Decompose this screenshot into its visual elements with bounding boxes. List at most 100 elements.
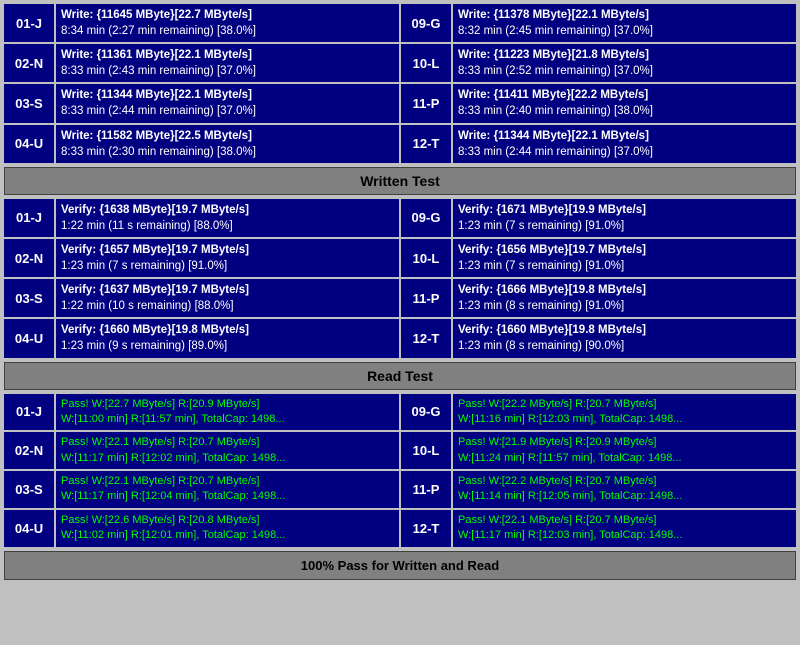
row-content: Verify: {1637 MByte}[19.7 MByte/s]1:22 m… [56, 279, 399, 317]
row-id: 04-U [4, 125, 54, 163]
row-content: Verify: {1657 MByte}[19.7 MByte/s]1:23 m… [56, 239, 399, 277]
row-id: 03-S [4, 84, 54, 122]
table-row: 09-GVerify: {1671 MByte}[19.9 MByte/s]1:… [401, 199, 796, 237]
row-line1: Pass! W:[22.1 MByte/s] R:[20.7 MByte/s] [61, 474, 394, 489]
table-row: 10-LPass! W:[21.9 MByte/s] R:[20.9 MByte… [401, 432, 796, 469]
row-line1: Pass! W:[22.6 MByte/s] R:[20.8 MByte/s] [61, 513, 394, 528]
verify-left: 01-JVerify: {1638 MByte}[19.7 MByte/s]1:… [4, 199, 399, 358]
row-line2: 8:34 min (2:27 min remaining) [38.0%] [61, 23, 394, 39]
row-line2: 8:33 min (2:40 min remaining) [38.0%] [458, 103, 791, 119]
table-row: 01-J Pass! W:[22.7 MByte/s] R:[20.9 MByte… [4, 394, 399, 431]
main-container: 01-J Write: {11645 MByte}[22.7 MByte/s]8:… [0, 0, 800, 584]
row-line1: Write: {11582 MByte}[22.5 MByte/s] [61, 128, 394, 144]
table-row: 01-JWrite: {11645 MByte}[22.7 MByte/s]8:… [4, 4, 399, 42]
row-line2: W:[11:02 min] R:[12:01 min], TotalCap: 1… [61, 528, 394, 543]
table-row: 04-U Pass! W:[22.6 MByte/s] R:[20.8 MByte… [4, 510, 399, 547]
row-line1: Write: {11344 MByte}[22.1 MByte/s] [458, 128, 791, 144]
row-line1: Pass! W:[22.7 MByte/s] R:[20.9 MByte/s] [61, 397, 394, 412]
row-line2: 8:33 min (2:30 min remaining) [38.0%] [61, 144, 394, 160]
row-line1: Write: {11361 MByte}[22.1 MByte/s] [61, 47, 394, 63]
table-row: 10-LWrite: {11223 MByte}[21.8 MByte/s]8:… [401, 44, 796, 82]
row-line1: Verify: {1638 MByte}[19.7 MByte/s] [61, 202, 394, 218]
read-test-divider: Read Test [4, 362, 796, 390]
table-row: 03-SWrite: {11344 MByte}[22.1 MByte/s]8:… [4, 84, 399, 122]
table-row: 11-PVerify: {1666 MByte}[19.8 MByte/s]1:… [401, 279, 796, 317]
row-content: Write: {11411 MByte}[22.2 MByte/s]8:33 m… [453, 84, 796, 122]
table-row: 09-GPass! W:[22.2 MByte/s] R:[20.7 MByte… [401, 394, 796, 431]
row-line1: Write: {11344 MByte}[22.1 MByte/s] [61, 87, 394, 103]
row-content: Verify: {1638 MByte}[19.7 MByte/s]1:22 m… [56, 199, 399, 237]
row-content: Pass! W:[22.1 MByte/s] R:[20.7 MByte/s]W… [453, 510, 796, 547]
row-id: 04-U [4, 510, 54, 547]
row-line2: 8:33 min (2:43 min remaining) [37.0%] [61, 63, 394, 79]
row-line2: 1:23 min (8 s remaining) [91.0%] [458, 298, 791, 314]
row-line1: Verify: {1656 MByte}[19.7 MByte/s] [458, 242, 791, 258]
bottom-label: 100% Pass for Written and Read [301, 558, 499, 573]
row-id: 03-S [4, 471, 54, 508]
row-line1: Verify: {1666 MByte}[19.8 MByte/s] [458, 282, 791, 298]
row-content: Pass! W:[21.9 MByte/s] R:[20.9 MByte/s]W… [453, 432, 796, 469]
verify-panel: 01-JVerify: {1638 MByte}[19.7 MByte/s]1:… [4, 199, 796, 358]
written-test-divider: Written Test [4, 167, 796, 195]
row-line1: Verify: {1637 MByte}[19.7 MByte/s] [61, 282, 394, 298]
row-content: Write: {11645 MByte}[22.7 MByte/s]8:34 m… [56, 4, 399, 42]
row-content: Verify: {1656 MByte}[19.7 MByte/s]1:23 m… [453, 239, 796, 277]
row-id: 09-G [401, 394, 451, 431]
row-line2: 8:33 min (2:52 min remaining) [37.0%] [458, 63, 791, 79]
row-line1: Verify: {1660 MByte}[19.8 MByte/s] [61, 322, 394, 338]
row-line1: Write: {11411 MByte}[22.2 MByte/s] [458, 87, 791, 103]
row-line2: W:[11:17 min] R:[12:02 min], TotalCap: 1… [61, 451, 394, 466]
pass-right: 09-GPass! W:[22.2 MByte/s] R:[20.7 MByte… [401, 394, 796, 547]
pass-left: 01-J Pass! W:[22.7 MByte/s] R:[20.9 MByte… [4, 394, 399, 547]
table-row: 12-TWrite: {11344 MByte}[22.1 MByte/s]8:… [401, 125, 796, 163]
table-row: 02-NVerify: {1657 MByte}[19.7 MByte/s]1:… [4, 239, 399, 277]
row-id: 09-G [401, 199, 451, 237]
row-id: 10-L [401, 239, 451, 277]
row-line2: 1:23 min (7 s remaining) [91.0%] [61, 258, 394, 274]
row-line1: Pass! W:[22.2 MByte/s] R:[20.7 MByte/s] [458, 397, 791, 412]
row-line2: W:[11:14 min] R:[12:05 min], TotalCap: 1… [458, 489, 791, 504]
row-line2: 1:23 min (7 s remaining) [91.0%] [458, 258, 791, 274]
row-content: Verify: {1666 MByte}[19.8 MByte/s]1:23 m… [453, 279, 796, 317]
row-id: 12-T [401, 125, 451, 163]
row-content: Write: {11582 MByte}[22.5 MByte/s]8:33 m… [56, 125, 399, 163]
row-id: 09-G [401, 4, 451, 42]
row-content: Write: {11378 MByte}[22.1 MByte/s]8:32 m… [453, 4, 796, 42]
row-line2: 8:32 min (2:45 min remaining) [37.0%] [458, 23, 791, 39]
table-row: 11-PWrite: {11411 MByte}[22.2 MByte/s]8:… [401, 84, 796, 122]
row-line2: 1:22 min (11 s remaining) [88.0%] [61, 218, 394, 234]
row-content: Pass! W:[22.2 MByte/s] R:[20.7 MByte/s]W… [453, 471, 796, 508]
row-line1: Pass! W:[22.1 MByte/s] R:[20.7 MByte/s] [61, 435, 394, 450]
row-id: 11-P [401, 84, 451, 122]
row-line2: 1:23 min (7 s remaining) [91.0%] [458, 218, 791, 234]
bottom-status: 100% Pass for Written and Read [4, 551, 796, 580]
table-row: 03-SVerify: {1637 MByte}[19.7 MByte/s]1:… [4, 279, 399, 317]
row-id: 02-N [4, 239, 54, 277]
row-line1: Verify: {1660 MByte}[19.8 MByte/s] [458, 322, 791, 338]
table-row: 11-PPass! W:[22.2 MByte/s] R:[20.7 MByte… [401, 471, 796, 508]
row-id: 02-N [4, 432, 54, 469]
pass-section: 01-J Pass! W:[22.7 MByte/s] R:[20.9 MByte… [4, 394, 796, 547]
row-line2: W:[11:16 min] R:[12:03 min], TotalCap: 1… [458, 412, 791, 427]
row-id: 12-T [401, 319, 451, 357]
row-content: Verify: {1671 MByte}[19.9 MByte/s]1:23 m… [453, 199, 796, 237]
row-id: 10-L [401, 44, 451, 82]
table-row: 01-JVerify: {1638 MByte}[19.7 MByte/s]1:… [4, 199, 399, 237]
table-row: 12-TPass! W:[22.1 MByte/s] R:[20.7 MByte… [401, 510, 796, 547]
row-content: Verify: {1660 MByte}[19.8 MByte/s]1:23 m… [453, 319, 796, 357]
row-line1: Pass! W:[22.2 MByte/s] R:[20.7 MByte/s] [458, 474, 791, 489]
table-row: 04-UWrite: {11582 MByte}[22.5 MByte/s]8:… [4, 125, 399, 163]
table-row: 02-NWrite: {11361 MByte}[22.1 MByte/s]8:… [4, 44, 399, 82]
row-id: 04-U [4, 319, 54, 357]
row-id: 01-J [4, 394, 54, 431]
write-left: 01-JWrite: {11645 MByte}[22.7 MByte/s]8:… [4, 4, 399, 163]
read-test-label: Read Test [367, 368, 433, 384]
table-row: 10-LVerify: {1656 MByte}[19.7 MByte/s]1:… [401, 239, 796, 277]
verify-right: 09-GVerify: {1671 MByte}[19.9 MByte/s]1:… [401, 199, 796, 358]
table-row: 04-UVerify: {1660 MByte}[19.8 MByte/s]1:… [4, 319, 399, 357]
row-content: Write: {11344 MByte}[22.1 MByte/s]8:33 m… [453, 125, 796, 163]
row-line2: W:[11:17 min] R:[12:03 min], TotalCap: 1… [458, 528, 791, 543]
table-row: 12-TVerify: {1660 MByte}[19.8 MByte/s]1:… [401, 319, 796, 357]
row-line2: W:[11:17 min] R:[12:04 min], TotalCap: 1… [61, 489, 394, 504]
row-content: Pass! W:[22.2 MByte/s] R:[20.7 MByte/s]W… [453, 394, 796, 431]
